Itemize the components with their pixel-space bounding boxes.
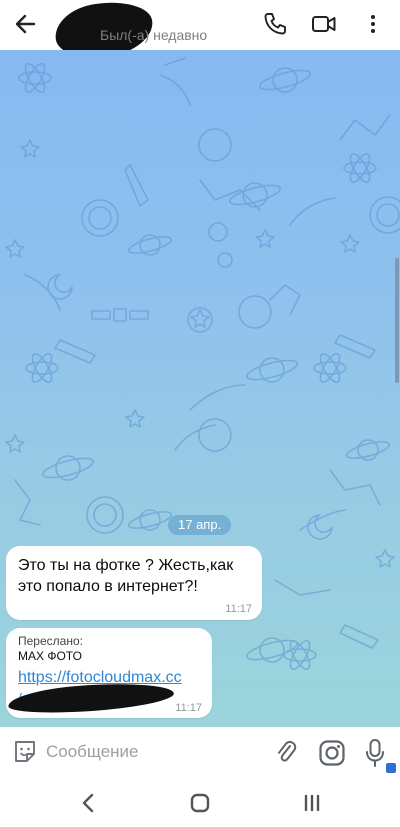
- message-text: Это ты на фотке ? Жесть,как это попало в…: [18, 557, 234, 595]
- nav-recent-apps-icon[interactable]: [301, 792, 323, 814]
- message-input[interactable]: Сообщение: [46, 742, 139, 762]
- scrollbar[interactable]: [395, 258, 399, 383]
- more-vertical-icon[interactable]: [365, 11, 381, 37]
- date-separator: 17 апр.: [168, 515, 232, 535]
- message-composer: Сообщение: [0, 727, 400, 777]
- microphone-icon[interactable]: [364, 738, 386, 768]
- chat-area[interactable]: 17 апр. Это ты на фотке ? Жесть,как это …: [0, 50, 400, 727]
- forwarded-label: Переслано:: [18, 634, 83, 648]
- sticker-icon[interactable]: [12, 739, 38, 765]
- back-arrow-icon[interactable]: [12, 10, 40, 38]
- instagram-camera-icon[interactable]: [318, 739, 346, 767]
- space-doodle-wallpaper: [5, 57, 400, 670]
- message-time: 11:17: [175, 702, 202, 714]
- nav-home-icon[interactable]: [189, 792, 211, 814]
- video-camera-icon[interactable]: [311, 11, 337, 37]
- nav-back-icon[interactable]: [78, 792, 100, 814]
- lock-badge-icon: [386, 763, 396, 773]
- message-bubble[interactable]: Это ты на фотке ? Жесть,как это попало в…: [6, 546, 262, 620]
- paperclip-icon[interactable]: [274, 738, 298, 766]
- message-time: 11:17: [225, 603, 252, 615]
- contact-status: Был(-а) недавно: [100, 27, 208, 43]
- phone-icon[interactable]: [262, 11, 288, 37]
- forwarded-from-name[interactable]: MAX ФОТО: [18, 649, 82, 663]
- chat-header: Был(-а) недавно: [0, 0, 400, 64]
- system-navigation-bar: [0, 777, 400, 827]
